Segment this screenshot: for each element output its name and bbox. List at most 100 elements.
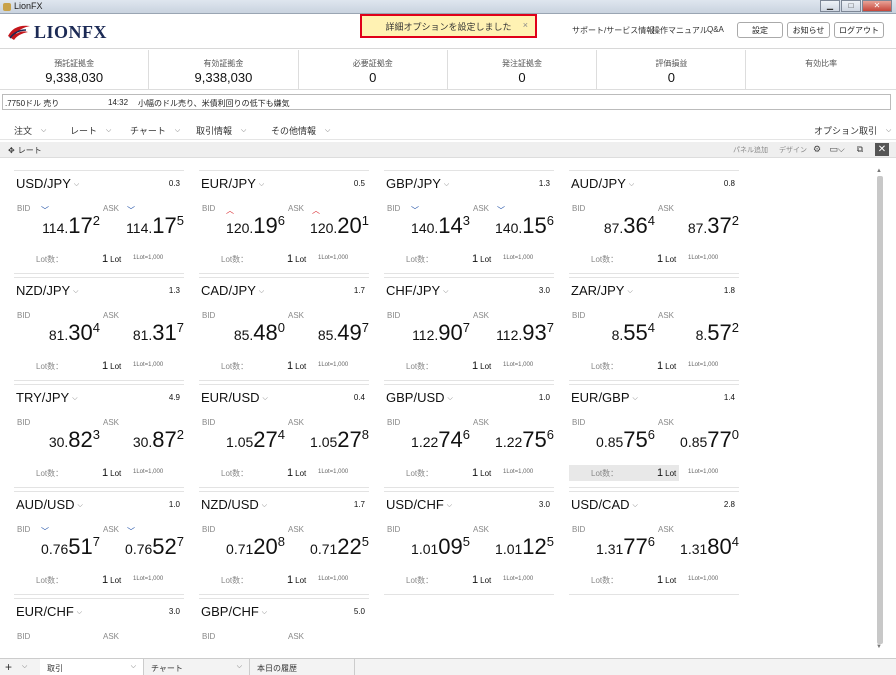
rate-card[interactable]: ZAR/JPY ⌵ 1.8 BID ASK 8.554 8.572 Lot数： 1 Lot 1Lot… (569, 277, 739, 381)
ask-price-button[interactable] (283, 641, 369, 656)
menu-rate[interactable]: レート ⌵ (70, 124, 111, 137)
rate-card[interactable]: AUD/USD ⌵ 1.0 BID ASK ﹀ ﹀ 0.76517 0.76527 Lot数： 1 L… (14, 491, 184, 595)
bid-price-button[interactable]: 1.01095 (384, 534, 470, 564)
ticker-headline[interactable]: 小幅のドル売り、米債利回りの低下も嫌気 (138, 98, 290, 109)
currency-pair[interactable]: TRY/JPY ⌵ (16, 390, 78, 405)
tab-today-history[interactable]: 本日の履歴 (250, 659, 355, 675)
chevron-down-icon[interactable]: ⌵ (22, 663, 27, 671)
toast-close-icon[interactable]: × (523, 20, 528, 30)
currency-pair[interactable]: CHF/JPY ⌵ (386, 283, 448, 298)
bid-price-button[interactable]: 85.480 (199, 320, 285, 350)
notices-button[interactable]: お知らせ (787, 22, 830, 38)
rate-card[interactable]: USD/JPY ⌵ 0.3 BID ASK ﹀ ﹀ 114.172 114.175 Lot数： 1 L… (14, 170, 184, 274)
rate-card[interactable]: GBP/USD ⌵ 1.0 BID ASK 1.22746 1.22756 Lot数： 1 Lot… (384, 384, 554, 488)
ask-price-button[interactable]: 8.572 (653, 320, 739, 350)
logout-button[interactable]: ログアウト (834, 22, 884, 38)
bid-price-button[interactable]: 120.196 (199, 213, 285, 243)
design-button[interactable]: デザイン (779, 145, 807, 155)
lot-quantity-input[interactable]: 1 Lot (472, 574, 491, 586)
menu-option-trading[interactable]: オプション取引 ⌵ (814, 124, 891, 137)
ask-price-button[interactable]: 120.201 (283, 213, 369, 243)
move-icon[interactable]: ✥ (8, 146, 15, 155)
ask-price-button[interactable]: 87.372 (653, 213, 739, 243)
currency-pair[interactable]: GBP/JPY ⌵ (386, 176, 449, 191)
rate-card[interactable]: EUR/CHF ⌵ 3.0 BID ASK (14, 598, 184, 656)
ask-price-button[interactable]: 140.156 (468, 213, 554, 243)
currency-pair[interactable]: USD/JPY ⌵ (16, 176, 79, 191)
bid-price-button[interactable] (14, 641, 100, 656)
menu-trade-info[interactable]: 取引情報 ⌵ (196, 124, 246, 137)
rate-card[interactable]: USD/CAD ⌵ 2.8 BID ASK 1.31776 1.31804 Lot数： 1 Lot… (569, 491, 739, 595)
rate-card[interactable]: NZD/JPY ⌵ 1.3 BID ASK 81.304 81.317 Lot数： 1 Lot 1L… (14, 277, 184, 381)
panel-title[interactable]: ✥ レート (8, 145, 42, 156)
lot-quantity-input[interactable]: 1 Lot (472, 467, 491, 479)
currency-pair[interactable]: EUR/USD ⌵ (201, 390, 268, 405)
currency-pair[interactable]: AUD/JPY ⌵ (571, 176, 634, 191)
rate-card[interactable]: NZD/USD ⌵ 1.7 BID ASK 0.71208 0.71225 Lot数： 1 Lot… (199, 491, 369, 595)
bid-price-button[interactable] (199, 641, 285, 656)
currency-pair[interactable]: GBP/USD ⌵ (386, 390, 453, 405)
currency-pair[interactable]: AUD/USD ⌵ (16, 497, 83, 512)
currency-pair[interactable]: USD/CHF ⌵ (386, 497, 452, 512)
bid-price-button[interactable]: 140.143 (384, 213, 470, 243)
bid-price-button[interactable]: 1.05274 (199, 427, 285, 457)
currency-pair[interactable]: GBP/CHF ⌵ (201, 604, 267, 619)
menu-chart[interactable]: チャート ⌵ (130, 124, 180, 137)
news-ticker[interactable]: .7750ドル 売り 14:32 小幅のドル売り、米債利回りの低下も嫌気 (2, 94, 891, 110)
lot-quantity-input[interactable]: 1 Lot (287, 467, 306, 479)
lot-quantity-input[interactable]: 1 Lot (472, 360, 491, 372)
ask-price-button[interactable]: 0.71225 (283, 534, 369, 564)
currency-pair[interactable]: ZAR/JPY ⌵ (571, 283, 633, 298)
ask-price-button[interactable]: 114.175 (98, 213, 184, 243)
rate-card[interactable]: TRY/JPY ⌵ 4.9 BID ASK 30.823 30.872 Lot数： 1 Lot 1L… (14, 384, 184, 488)
lot-quantity-input[interactable]: 1 Lot (102, 253, 121, 265)
currency-pair[interactable]: EUR/GBP ⌵ (571, 390, 638, 405)
lot-quantity-input[interactable]: 1 Lot (287, 574, 306, 586)
currency-pair[interactable]: EUR/CHF ⌵ (16, 604, 82, 619)
ask-price-button[interactable]: 1.31804 (653, 534, 739, 564)
add-tab-icon[interactable]: + (5, 660, 12, 674)
scroll-thumb[interactable] (877, 176, 883, 644)
popout-icon[interactable]: ⧉ (853, 143, 867, 155)
rate-card[interactable]: EUR/JPY ⌵ 0.5 BID ASK ︿ ︿ 120.196 120.201 Lot数： 1 L… (199, 170, 369, 274)
ask-price-button[interactable]: 85.497 (283, 320, 369, 350)
currency-pair[interactable]: EUR/JPY ⌵ (201, 176, 264, 191)
lot-quantity-input[interactable]: 1 Lot (102, 467, 121, 479)
bid-price-button[interactable]: 8.554 (569, 320, 655, 350)
bid-price-button[interactable]: 0.85756 (569, 427, 655, 457)
currency-pair[interactable]: USD/CAD ⌵ (571, 497, 638, 512)
currency-pair[interactable]: CAD/JPY ⌵ (201, 283, 264, 298)
rate-card[interactable]: EUR/GBP ⌵ 1.4 BID ASK 0.85756 0.85770 Lot数： 1 Lot… (569, 384, 739, 488)
lot-quantity-input[interactable]: 1 Lot (657, 574, 676, 586)
ask-price-button[interactable]: 1.22756 (468, 427, 554, 457)
layout-dropdown-icon[interactable]: ▭⌵ (826, 143, 848, 155)
lot-quantity-input[interactable]: 1 Lot (287, 360, 306, 372)
rate-card[interactable]: GBP/JPY ⌵ 1.3 BID ASK ﹀ ﹀ 140.143 140.156 Lot数： 1 L… (384, 170, 554, 274)
ask-price-button[interactable]: 1.01125 (468, 534, 554, 564)
lot-quantity-input[interactable]: 1 Lot (657, 360, 676, 372)
scroll-up-icon[interactable]: ▲ (876, 168, 882, 174)
bid-price-button[interactable]: 30.823 (14, 427, 100, 457)
ask-price-button[interactable]: 1.05278 (283, 427, 369, 457)
lot-quantity-input[interactable]: 1 Lot (657, 467, 676, 479)
add-panel-button[interactable]: パネル追加 (733, 145, 768, 155)
tab-chart[interactable]: チャート ⌵ (144, 659, 250, 675)
ask-price-button[interactable]: 112.937 (468, 320, 554, 350)
bid-price-button[interactable]: 0.71208 (199, 534, 285, 564)
currency-pair[interactable]: NZD/USD ⌵ (201, 497, 267, 512)
qa-link[interactable]: Q&A (707, 25, 724, 34)
rate-card[interactable]: CHF/JPY ⌵ 3.0 BID ASK 112.907 112.937 Lot数： 1 Lot… (384, 277, 554, 381)
menu-other-info[interactable]: その他情報 ⌵ (271, 124, 330, 137)
close-window-icon[interactable]: ✕ (862, 0, 892, 12)
bid-price-button[interactable]: 1.22746 (384, 427, 470, 457)
lot-quantity-input[interactable]: 1 Lot (102, 360, 121, 372)
bid-price-button[interactable]: 112.907 (384, 320, 470, 350)
rate-scrollbar[interactable]: ▲ ▼ (876, 168, 884, 652)
maximize-icon[interactable]: □ (841, 0, 861, 12)
ask-price-button[interactable]: 30.872 (98, 427, 184, 457)
rate-card[interactable]: USD/CHF ⌵ 3.0 BID ASK 1.01095 1.01125 Lot数： 1 Lot… (384, 491, 554, 595)
ask-price-button[interactable]: 0.85770 (653, 427, 739, 457)
ask-price-button[interactable]: 81.317 (98, 320, 184, 350)
support-link[interactable]: サポート/サービス情報 (572, 25, 654, 36)
lot-quantity-input[interactable]: 1 Lot (287, 253, 306, 265)
